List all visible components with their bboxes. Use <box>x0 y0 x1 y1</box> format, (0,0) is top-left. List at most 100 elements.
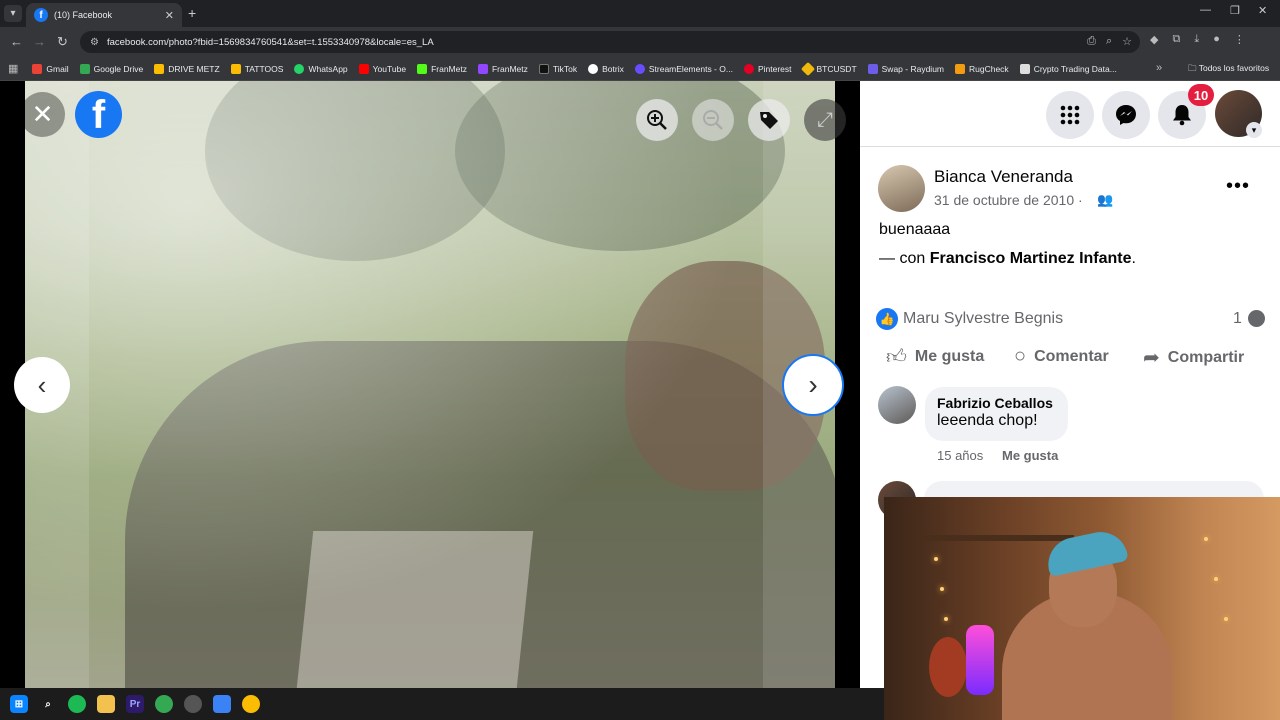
like-reaction-icon[interactable]: 👍 <box>876 308 898 330</box>
extensions-puzzle-icon[interactable]: ⧉ <box>1172 33 1180 46</box>
browser-tab[interactable]: f (10) Facebook ✕ <box>26 3 182 27</box>
tagged-user-link[interactable]: Francisco Martinez Infante <box>930 250 1132 267</box>
browser-tabbar: ▾ f (10) Facebook ✕ + — ❐ ✕ <box>0 0 1280 27</box>
previous-photo-button[interactable]: ‹ <box>14 357 70 413</box>
crypto-icon <box>1019 63 1030 74</box>
bookmark-drive-metz[interactable]: DRIVE METZ <box>154 63 220 74</box>
search-icon[interactable]: ⌕ <box>39 695 57 713</box>
photo-image[interactable] <box>25 81 835 688</box>
back-icon[interactable]: ← <box>10 34 23 49</box>
post-date[interactable]: 31 de octubre de 2010 · <box>934 192 1083 208</box>
bookmark-pinterest[interactable]: Pinterest <box>743 63 792 74</box>
next-photo-button[interactable]: › <box>782 354 844 416</box>
chevron-right-icon: › <box>808 369 818 400</box>
more-options-icon[interactable]: ••• <box>1226 175 1250 198</box>
drive-icon <box>230 63 241 74</box>
bookmark-btcusdt[interactable]: BTCUSDT <box>800 61 857 76</box>
obs-icon[interactable] <box>184 695 202 713</box>
download-icon[interactable]: ⤓ <box>1194 33 1199 46</box>
bookmark-twitch[interactable]: FranMetz <box>477 63 528 74</box>
facebook-logo-icon[interactable]: f <box>75 91 122 138</box>
zoom-icon[interactable]: ⌕ <box>1106 35 1112 48</box>
bookmark-youtube[interactable]: YouTube <box>358 63 406 74</box>
menu-kebab-icon[interactable]: ⋮ <box>1234 33 1245 46</box>
bookmarks-bar: ▦ Gmail Google Drive DRIVE METZ TATTOOS … <box>0 57 1280 81</box>
commenter-avatar[interactable] <box>878 386 916 424</box>
chevron-left-icon: ‹ <box>37 369 47 400</box>
extension-icon[interactable]: ◆ <box>1150 33 1158 46</box>
bookmark-raydium[interactable]: Swap - Raydium <box>867 63 944 74</box>
zoom-out-button[interactable] <box>692 99 734 141</box>
chrome-active-icon[interactable] <box>242 695 260 713</box>
bookmark-star-icon[interactable]: ☆ <box>1122 35 1132 48</box>
reactions-summary[interactable]: Maru Sylvestre Begnis <box>903 310 1063 328</box>
like-button[interactable]: 👍︎ Me gusta <box>886 345 984 369</box>
tab-close-icon[interactable]: ✕ <box>165 9 174 22</box>
post-tagged: — con Francisco Martinez Infante. <box>879 250 1136 267</box>
raydium-icon <box>867 63 878 74</box>
bookmark-tiktok[interactable]: TikTok <box>538 63 577 74</box>
window-close-icon[interactable]: ✕ <box>1258 4 1267 17</box>
bookmark-crypto-trading[interactable]: Crypto Trading Data... <box>1019 63 1117 74</box>
comment-bubble-icon[interactable] <box>1248 310 1265 327</box>
url-bar[interactable]: ⚙ facebook.com/photo?fbid=1569834760541&… <box>80 31 1140 53</box>
fullscreen-button[interactable]: ⤢ <box>804 99 846 141</box>
comment-button[interactable]: ○ Comentar <box>1014 345 1109 368</box>
taskbar: ⊞ ⌕ Pr <box>0 688 884 720</box>
tab-search-icon[interactable]: ▾ <box>4 5 22 22</box>
comments-count[interactable]: 1 <box>1233 310 1242 328</box>
bookmark-tattoos[interactable]: TATTOOS <box>230 63 283 74</box>
comment-like-button[interactable]: Me gusta <box>1002 448 1058 463</box>
forward-icon[interactable]: → <box>33 34 46 49</box>
microphone <box>966 625 994 695</box>
bookmark-botrix[interactable]: Botrix <box>588 63 624 74</box>
kick-icon <box>417 63 428 74</box>
author-name[interactable]: Bianca Veneranda <box>934 167 1073 187</box>
share-button[interactable]: ➦ Compartir <box>1143 345 1244 370</box>
streamelements-icon <box>634 63 645 74</box>
profile-icon[interactable]: ● <box>1213 33 1220 46</box>
tag-button[interactable] <box>748 99 790 141</box>
tag-icon <box>760 112 778 129</box>
photos-icon[interactable] <box>213 695 231 713</box>
commenter-name[interactable]: Fabrizio Ceballos <box>937 395 1056 411</box>
file-explorer-icon[interactable] <box>97 695 115 713</box>
bookmarks-overflow-icon[interactable]: » <box>1156 62 1162 74</box>
install-icon[interactable]: ⎙ <box>1087 35 1096 48</box>
chrome-icon[interactable] <box>155 695 173 713</box>
site-info-icon[interactable]: ⚙ <box>90 37 99 48</box>
new-tab-button[interactable]: + <box>188 5 196 21</box>
premiere-icon[interactable]: Pr <box>126 695 144 713</box>
top-nav-icons: 10 ▾ <box>860 81 1280 147</box>
bookmark-gmail[interactable]: Gmail <box>32 63 69 74</box>
apps-grid-icon[interactable]: ▦ <box>8 62 18 75</box>
zoom-in-button[interactable] <box>636 99 678 141</box>
menu-button[interactable] <box>1046 91 1094 139</box>
notification-count-badge: 10 <box>1188 84 1214 106</box>
author-avatar[interactable] <box>878 165 925 212</box>
bookmark-streamelements[interactable]: StreamElements - O... <box>634 63 733 74</box>
minimize-icon[interactable]: — <box>1200 4 1211 16</box>
spotify-icon[interactable] <box>68 695 86 713</box>
zoom-in-icon <box>647 110 667 130</box>
windows-start-icon[interactable]: ⊞ <box>10 695 28 713</box>
restore-icon[interactable]: ❐ <box>1230 4 1240 17</box>
bookmark-google-drive[interactable]: Google Drive <box>79 63 143 74</box>
whatsapp-icon <box>294 63 305 74</box>
close-viewer-button[interactable]: ✕ <box>20 92 65 137</box>
reload-icon[interactable]: ↻ <box>57 34 68 50</box>
bookmark-kick[interactable]: FranMetz <box>417 63 467 74</box>
binance-icon <box>800 61 815 76</box>
comment-icon: ○ <box>1014 345 1027 367</box>
bookmark-whatsapp[interactable]: WhatsApp <box>294 63 348 74</box>
gmail-icon <box>32 63 43 74</box>
rugcheck-icon <box>955 63 965 74</box>
messenger-button[interactable] <box>1102 91 1150 139</box>
chevron-down-icon[interactable]: ▾ <box>1246 122 1262 138</box>
comment-age[interactable]: 15 años <box>937 448 983 463</box>
bell-icon <box>1173 105 1191 126</box>
url-text[interactable]: facebook.com/photo?fbid=1569834760541&se… <box>107 37 434 48</box>
all-favorites-folder[interactable]: 🗀 Todos los favoritos <box>1188 63 1269 77</box>
bookmark-rugcheck[interactable]: RugCheck <box>955 63 1009 74</box>
friends-audience-icon[interactable]: 👥 <box>1097 192 1113 208</box>
